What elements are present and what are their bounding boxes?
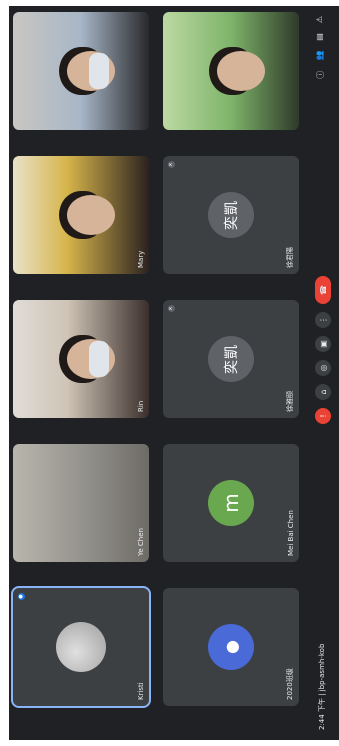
participant-name: Kristi — [137, 682, 145, 700]
info-icon[interactable]: ⓘ — [315, 71, 326, 79]
video-feed — [163, 12, 299, 130]
participant-tile[interactable]: Ye Chen — [13, 444, 149, 562]
participant-tile[interactable]: Rin — [13, 300, 149, 418]
participant-name: Mei Bai Chen — [287, 510, 295, 556]
video-feed — [13, 156, 149, 274]
video-feed — [13, 12, 149, 130]
speaking-indicator-icon: ● — [18, 593, 25, 600]
participant-tile[interactable]: ● 2020班级 — [163, 588, 299, 706]
captions-icon[interactable]: ◎ — [315, 360, 331, 376]
call-controls: ! ⌂ ◎ ▣ ⋮ ☎ — [315, 276, 331, 424]
participant-tile[interactable] — [13, 12, 149, 130]
mic-off-icon: × — [168, 305, 175, 312]
meeting-info: 2:44 下午 | jbp-asmh-kob — [317, 644, 327, 730]
face — [217, 51, 266, 91]
camera-icon[interactable]: ⌂ — [315, 384, 331, 400]
face — [67, 195, 116, 235]
participant-tile[interactable]: Mary — [13, 156, 149, 274]
participant-name: 徐雅颐 — [286, 391, 294, 412]
mic-off-icon: × — [168, 161, 175, 168]
meeting-time: 2:44 下午 — [318, 698, 326, 730]
meeting-screen: ● Kristi Ye Chen Rin Mary ● 2020班级 m Mei… — [9, 6, 339, 740]
rotated-meeting-view: ● Kristi Ye Chen Rin Mary ● 2020班级 m Mei… — [9, 6, 339, 740]
end-call-icon[interactable]: ☎ — [315, 276, 331, 304]
chat-icon[interactable]: ▤ — [315, 33, 326, 41]
participant-tile[interactable]: m Mei Bai Chen — [163, 444, 299, 562]
participant-tile[interactable]: ● Kristi — [10, 586, 152, 708]
separator: | — [318, 693, 326, 696]
video-feed — [13, 444, 149, 562]
participant-name: 徐君陽 — [286, 247, 294, 268]
mask — [89, 53, 110, 89]
avatar: 奕凱 — [208, 336, 254, 382]
avatar: 奕凱 — [208, 192, 254, 238]
participant-name: Rin — [137, 400, 145, 412]
participant-name: Ye Chen — [137, 528, 145, 556]
meeting-code: jbp-asmh-kob — [318, 643, 326, 692]
video-feed — [13, 300, 149, 418]
people-icon[interactable]: 👥 — [315, 51, 326, 61]
activities-icon[interactable]: ⚠ — [315, 16, 326, 23]
participant-tile[interactable]: × 奕凱 徐雅颐 — [163, 300, 299, 418]
participant-grid: ● Kristi Ye Chen Rin Mary ● 2020班级 m Mei… — [10, 12, 299, 708]
more-icon[interactable]: ⋮ — [315, 312, 331, 328]
present-icon[interactable]: ▣ — [315, 336, 331, 352]
right-controls: ⓘ 👥 ▤ ⚠ — [315, 16, 326, 79]
participant-tile[interactable] — [163, 12, 299, 130]
participant-name: Mary — [137, 250, 145, 268]
avatar — [56, 622, 106, 672]
avatar: m — [208, 480, 254, 526]
avatar: ● — [208, 624, 254, 670]
bottom-bar: 2:44 下午 | jbp-asmh-kob ! ⌂ ◎ ▣ ⋮ ☎ ⓘ 👥 ▤… — [309, 6, 339, 740]
participant-name: 2020班级 — [286, 668, 294, 700]
participant-tile[interactable]: × 奕凱 徐君陽 — [163, 156, 299, 274]
mic-off-icon[interactable]: ! — [315, 408, 331, 424]
mask — [89, 341, 110, 377]
